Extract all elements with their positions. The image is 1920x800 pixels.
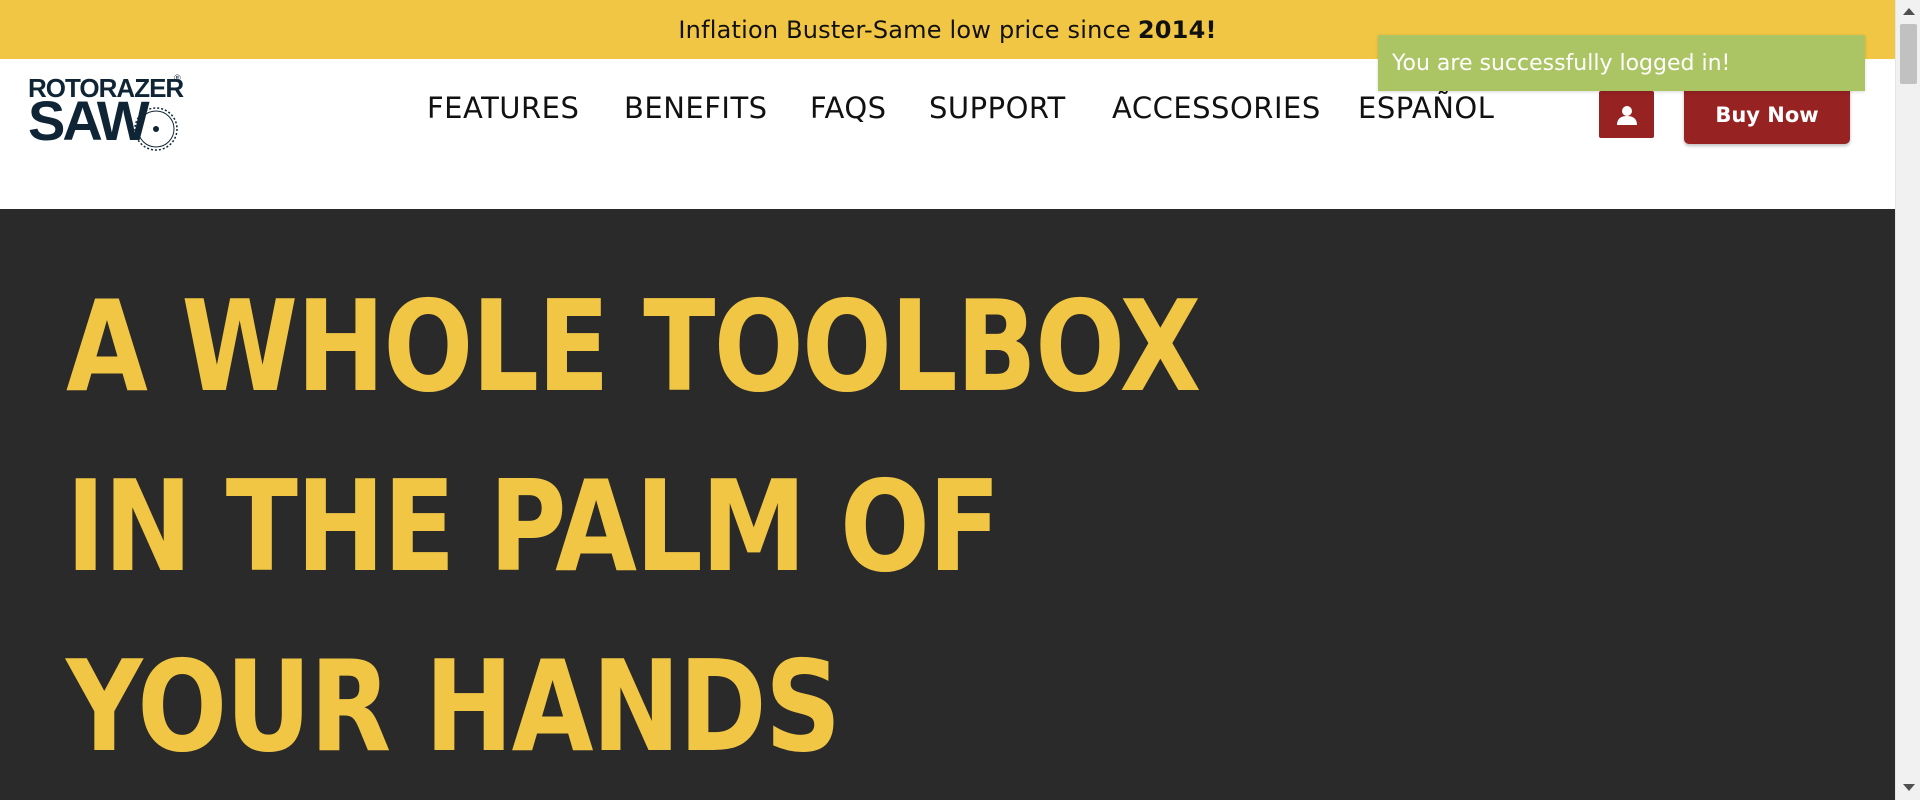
toast-message: You are successfully logged in! <box>1392 50 1731 76</box>
buy-now-button[interactable]: Buy Now <box>1684 85 1850 144</box>
vertical-scrollbar[interactable] <box>1895 0 1920 800</box>
nav-support[interactable]: SUPPORT <box>929 91 1066 125</box>
hero-line-3: YOUR HANDS <box>66 633 841 780</box>
hero-line-1: A WHOLE TOOLBOX <box>66 273 1201 420</box>
logo[interactable]: ROTORAZER ® SAW <box>28 73 184 163</box>
scroll-up-arrow-icon[interactable] <box>1903 8 1915 15</box>
account-button[interactable] <box>1599 91 1654 138</box>
hero-headline: A WHOLE TOOLBOX IN THE PALM OF YOUR HAND… <box>66 257 1201 797</box>
saw-blade-icon <box>134 107 178 151</box>
nav-accessories[interactable]: ACCESSORIES <box>1112 91 1321 125</box>
nav-benefits[interactable]: BENEFITS <box>624 91 768 125</box>
hero-section: A WHOLE TOOLBOX IN THE PALM OF YOUR HAND… <box>0 209 1895 800</box>
logo-registered-mark: ® <box>174 73 181 83</box>
nav-features[interactable]: FEATURES <box>427 91 579 125</box>
page: Inflation Buster-Same low price since 20… <box>0 0 1895 800</box>
logo-line2: SAW <box>28 89 150 152</box>
promo-text: Inflation Buster-Same low price since <box>678 15 1131 44</box>
login-success-toast: You are successfully logged in! <box>1378 35 1865 91</box>
hero-line-2: IN THE PALM OF <box>66 453 1001 600</box>
nav-faqs[interactable]: FAQS <box>810 91 887 125</box>
scroll-down-arrow-icon[interactable] <box>1903 784 1915 791</box>
scrollbar-thumb[interactable] <box>1900 24 1917 84</box>
promo-year: 2014! <box>1137 15 1217 44</box>
user-icon <box>1616 105 1637 125</box>
nav-espanol[interactable]: ESPAÑOL <box>1358 91 1494 125</box>
